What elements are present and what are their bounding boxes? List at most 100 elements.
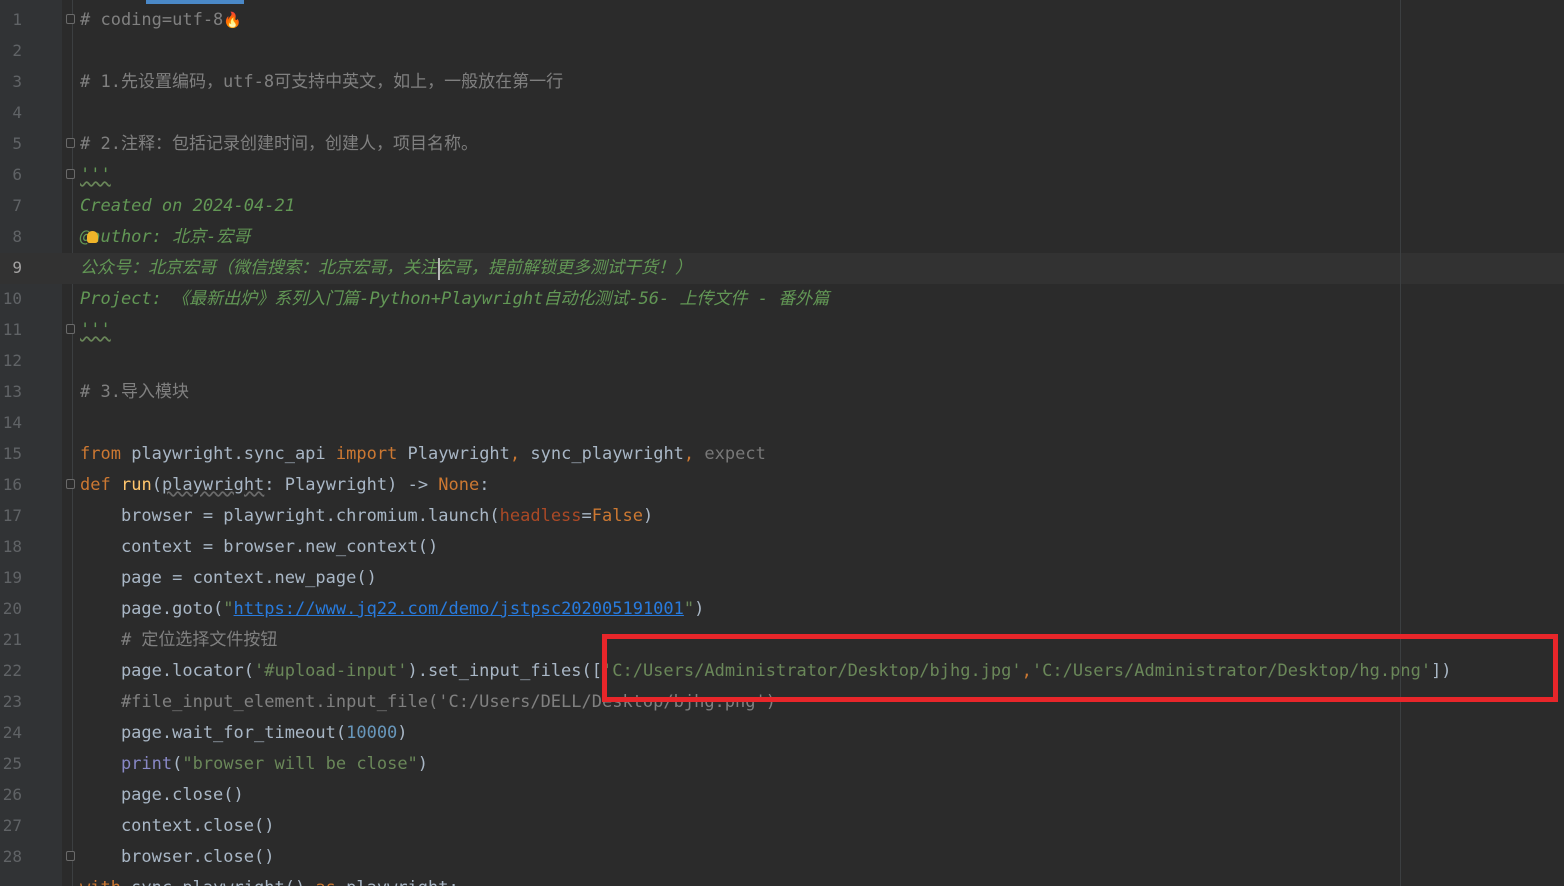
line-number: 2 xyxy=(12,41,22,60)
code-token: playwright: xyxy=(336,878,459,886)
line-number: 27 xyxy=(2,816,22,835)
code-token: @author: 北京-宏哥 xyxy=(80,227,251,247)
code-token: browser = playwright.chromium.launch( xyxy=(80,506,500,526)
code-line[interactable]: 16 def run(playwright: Playwright) -> Non… xyxy=(0,470,1564,501)
code-token: import xyxy=(335,444,398,464)
code-token: ''' xyxy=(80,320,111,340)
code-text: print("browser will be close") xyxy=(80,753,428,775)
line-number: 15 xyxy=(2,444,22,463)
code-token: : xyxy=(479,475,490,495)
line-number: 12 xyxy=(2,351,22,370)
code-line[interactable]: 7 Created on 2024-04-21 xyxy=(0,191,1564,222)
code-line[interactable]: 4 xyxy=(0,98,1564,129)
code-token: False xyxy=(591,506,643,526)
code-token: ) xyxy=(694,599,705,619)
code-line[interactable]: 2 xyxy=(0,36,1564,67)
code-token: # coding=utf-8 xyxy=(80,10,224,30)
line-number: 10 xyxy=(2,289,22,308)
code-token: run xyxy=(120,475,152,495)
code-token: page.locator( xyxy=(80,661,254,681)
code-line[interactable]: 28 browser.close() xyxy=(0,842,1564,873)
code-token: page.wait_for_timeout( xyxy=(80,723,347,743)
fold-icon[interactable] xyxy=(66,479,75,489)
code-line[interactable]: 8 @author: 北京-宏哥 xyxy=(0,222,1564,253)
code-line[interactable]: 10 Project: 《最新出炉》系列入门篇-Python+Playwright… xyxy=(0,284,1564,315)
line-number: 28 xyxy=(2,847,22,866)
code-text: page.locator('#upload-input').set_input_… xyxy=(80,660,1452,682)
line-number: 14 xyxy=(2,413,22,432)
line-number: 6 xyxy=(12,165,22,184)
code-text: ''' xyxy=(80,319,111,341)
code-line[interactable]: 19 page = context.new_page() xyxy=(0,563,1564,594)
code-editor[interactable]: 1 # coding=utf-8🔥 2 3 # 1.先设置编码，utf-8可支持中英文，… xyxy=(0,0,1564,886)
code-line[interactable]: 24 page.wait_for_timeout(10000) xyxy=(0,718,1564,749)
code-line[interactable]: with sync_playwright() as playwright: xyxy=(0,873,1564,886)
intention-bulb-icon[interactable] xyxy=(87,231,98,243)
text-caret xyxy=(438,258,440,280)
line-number: 20 xyxy=(2,599,22,618)
line-number: 9 xyxy=(12,258,22,277)
code-text: browser.close() xyxy=(80,846,275,868)
code-line[interactable]: 21 # 定位选择文件按钮 xyxy=(0,625,1564,656)
fold-icon[interactable] xyxy=(66,324,75,334)
code-line[interactable]: 12 xyxy=(0,346,1564,377)
code-line[interactable]: 26 page.close() xyxy=(0,780,1564,811)
code-token: "browser will be close" xyxy=(182,754,418,774)
code-token: context = browser.new_context() xyxy=(80,537,439,557)
line-number: 16 xyxy=(2,475,22,494)
code-line[interactable]: 18 context = browser.new_context() xyxy=(0,532,1564,563)
code-token: , xyxy=(683,444,695,464)
code-token: 10000 xyxy=(346,723,398,743)
fold-icon[interactable] xyxy=(66,169,75,179)
line-number: 7 xyxy=(12,196,22,215)
code-token: ) xyxy=(642,506,654,526)
code-line[interactable]: 23 #file_input_element.input_file('C:/Us… xyxy=(0,687,1564,718)
code-token: playwright xyxy=(161,475,265,495)
fold-icon[interactable] xyxy=(66,14,75,24)
code-token: # 3.导入模块 xyxy=(80,382,189,402)
code-line[interactable]: 17 browser = playwright.chromium.launch(… xyxy=(0,501,1564,532)
code-token: ) xyxy=(397,723,408,743)
line-number: 23 xyxy=(2,692,22,711)
code-token: expect xyxy=(694,444,766,464)
code-line[interactable]: 13 # 3.导入模块 xyxy=(0,377,1564,408)
code-line[interactable]: 11 ''' xyxy=(0,315,1564,346)
code-text: with sync_playwright() as playwright: xyxy=(80,877,459,886)
line-number: 1 xyxy=(12,10,22,29)
code-token: , xyxy=(509,444,521,464)
active-tab-indicator xyxy=(146,0,244,4)
code-line[interactable]: 1 # coding=utf-8🔥 xyxy=(0,5,1564,36)
code-line[interactable]: 15 from playwright.sync_api import Playwr… xyxy=(0,439,1564,470)
code-token: https://www.jq22.com/demo/jstpsc20200519… xyxy=(233,599,684,619)
code-line[interactable]: 27 context.close() xyxy=(0,811,1564,842)
fold-icon[interactable] xyxy=(66,851,75,861)
code-text: page = context.new_page() xyxy=(80,567,377,589)
code-token: sync_playwright() xyxy=(121,878,315,886)
code-text: # 3.导入模块 xyxy=(80,381,189,403)
code-token: None xyxy=(438,475,480,495)
code-token: = xyxy=(581,506,592,526)
code-token: sync_playwright xyxy=(520,444,684,464)
code-line[interactable]: 25 print("browser will be close") xyxy=(0,749,1564,780)
code-line[interactable]: 22 page.locator('#upload-input').set_inp… xyxy=(0,656,1564,687)
code-text: # coding=utf-8🔥 xyxy=(80,9,242,31)
fold-icon[interactable] xyxy=(66,138,75,148)
code-text: Created on 2024-04-21 xyxy=(80,195,295,217)
code-token: page.close() xyxy=(80,785,244,805)
code-line[interactable]: 9 公众号：北京宏哥（微信搜索：北京宏哥，关注宏哥，提前解锁更多测试干货！） xyxy=(0,253,1564,284)
code-text: context = browser.new_context() xyxy=(80,536,438,558)
code-token: Project: 《最新出炉》系列入门篇-Python+Playwright自动… xyxy=(80,289,830,309)
code-token: 公众号：北京宏哥（微信搜索：北京宏哥，关注宏哥，提前解锁更多测试干货！） xyxy=(80,258,692,278)
code-text: # 1.先设置编码，utf-8可支持中英文，如上，一般放在第一行 xyxy=(80,71,563,93)
code-token: ( xyxy=(151,475,162,495)
code-token: , xyxy=(1021,661,1032,681)
line-number: 26 xyxy=(2,785,22,804)
code-line[interactable]: 20 page.goto("https://www.jq22.com/demo/… xyxy=(0,594,1564,625)
code-line[interactable]: 5 # 2.注释：包括记录创建时间，创建人，项目名称。 xyxy=(0,129,1564,160)
code-token: ).set_input_files([ xyxy=(407,661,602,681)
code-line[interactable]: 14 xyxy=(0,408,1564,439)
code-line[interactable]: 6 ''' xyxy=(0,160,1564,191)
code-line[interactable]: 3 # 1.先设置编码，utf-8可支持中英文，如上，一般放在第一行 xyxy=(0,67,1564,98)
line-number: 3 xyxy=(12,72,22,91)
code-token: as xyxy=(315,878,335,886)
